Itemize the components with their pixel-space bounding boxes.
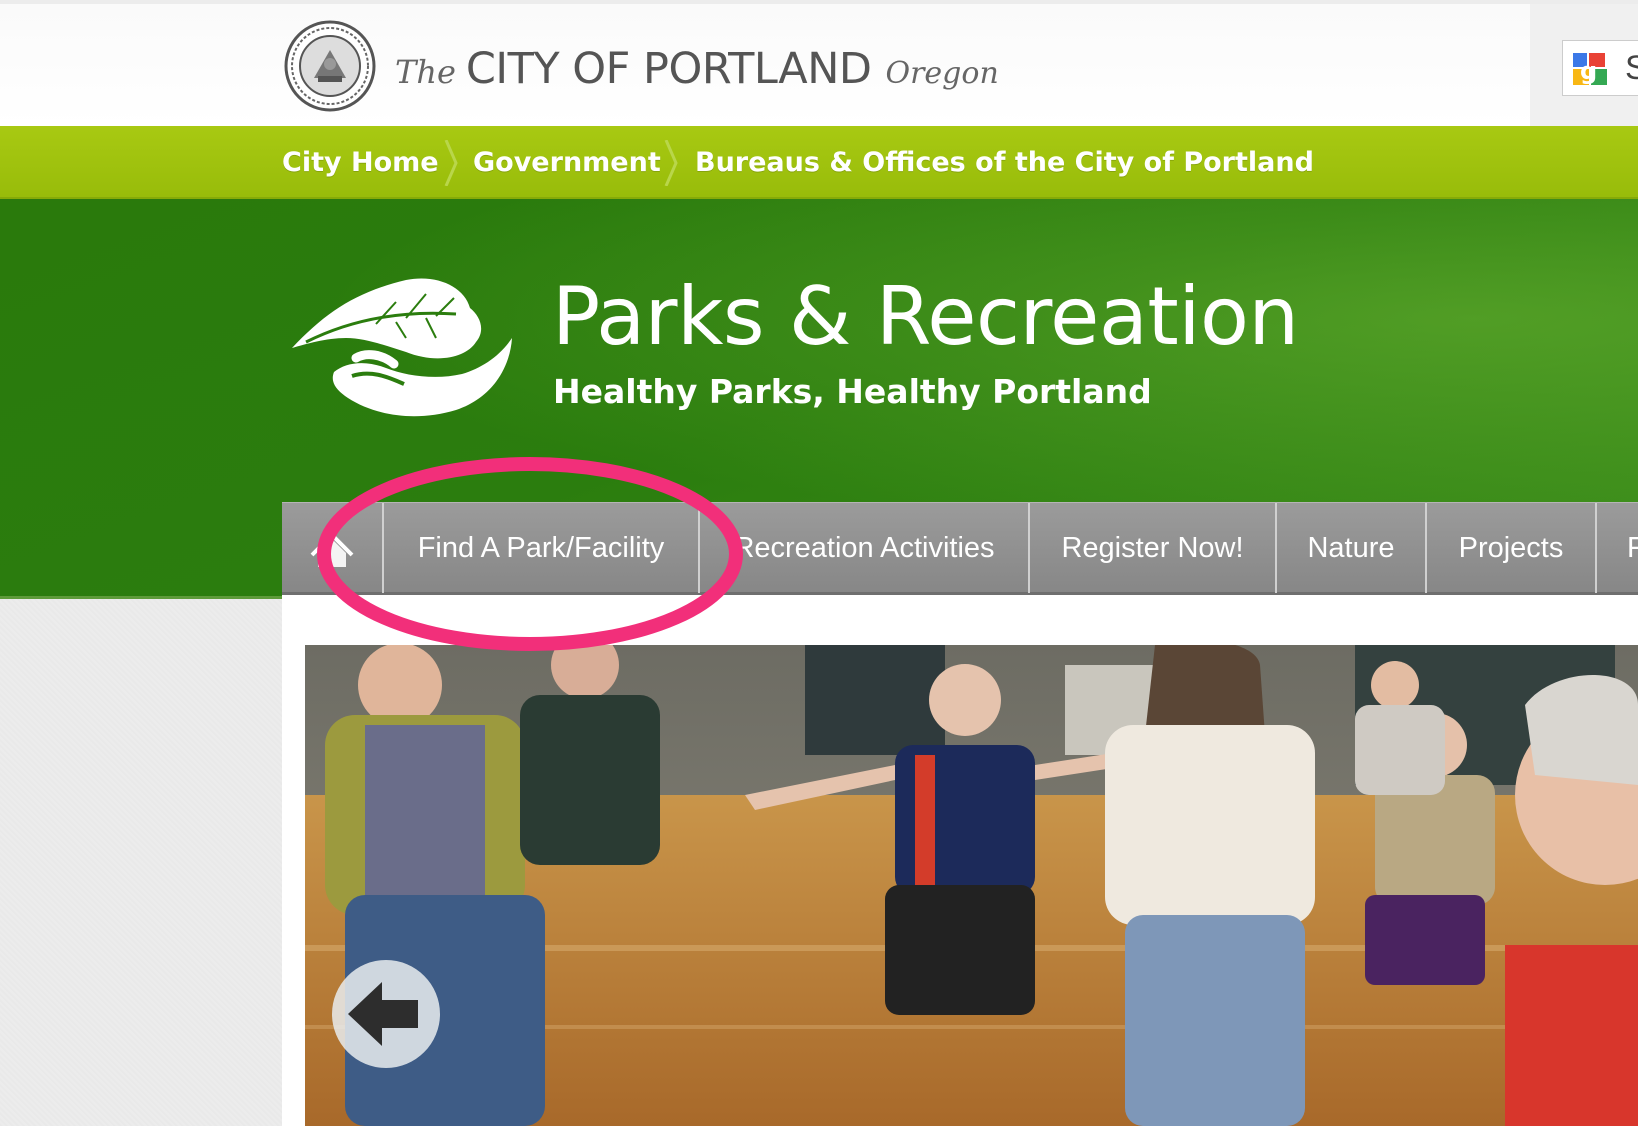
- slideshow-photo[interactable]: [305, 645, 1638, 1126]
- nav-find-a-park[interactable]: Find A Park/Facility: [382, 503, 698, 593]
- breadcrumb-city-home[interactable]: City Home: [282, 126, 439, 199]
- nav-recreation-activities[interactable]: Recreation Activities: [698, 503, 1028, 593]
- city-state: Oregon: [885, 56, 999, 91]
- nav-register-now[interactable]: Register Now!: [1028, 503, 1275, 593]
- nav-nature[interactable]: Nature: [1275, 503, 1425, 593]
- nav-home-button[interactable]: [282, 503, 382, 593]
- site-title: Parks & Recreation: [552, 270, 1299, 363]
- nav-more-item[interactable]: F: [1595, 503, 1638, 593]
- slideshow-prev-button[interactable]: [330, 958, 442, 1070]
- city-seal-logo[interactable]: [284, 20, 376, 112]
- site-search-box[interactable]: g S: [1562, 40, 1638, 96]
- breadcrumb-bureaus-offices[interactable]: Bureaus & Offices of the City of Portlan…: [695, 126, 1314, 199]
- parks-leaf-hand-logo[interactable]: [286, 272, 522, 418]
- site-tagline: Healthy Parks, Healthy Portland: [553, 372, 1152, 411]
- city-header-bar: The CITY OF PORTLAND Oregon g S: [0, 0, 1638, 130]
- svg-text:g: g: [1580, 57, 1597, 85]
- search-label: S: [1625, 49, 1638, 87]
- google-icon: g: [1573, 53, 1607, 85]
- breadcrumb-government[interactable]: Government: [473, 126, 661, 199]
- city-wordmark[interactable]: The CITY OF PORTLAND Oregon: [395, 44, 999, 94]
- breadcrumb-separator-icon: [664, 140, 678, 186]
- breadcrumb: City Home Government Bureaus & Offices o…: [0, 126, 1638, 199]
- city-name: CITY OF PORTLAND: [465, 44, 872, 94]
- city-prefix: The: [395, 53, 456, 91]
- nav-projects[interactable]: Projects: [1425, 503, 1595, 593]
- breadcrumb-separator-icon: [444, 140, 458, 186]
- home-icon: [310, 532, 354, 567]
- left-gutter: [0, 599, 282, 1126]
- main-nav: Find A Park/Facility Recreation Activiti…: [282, 502, 1638, 595]
